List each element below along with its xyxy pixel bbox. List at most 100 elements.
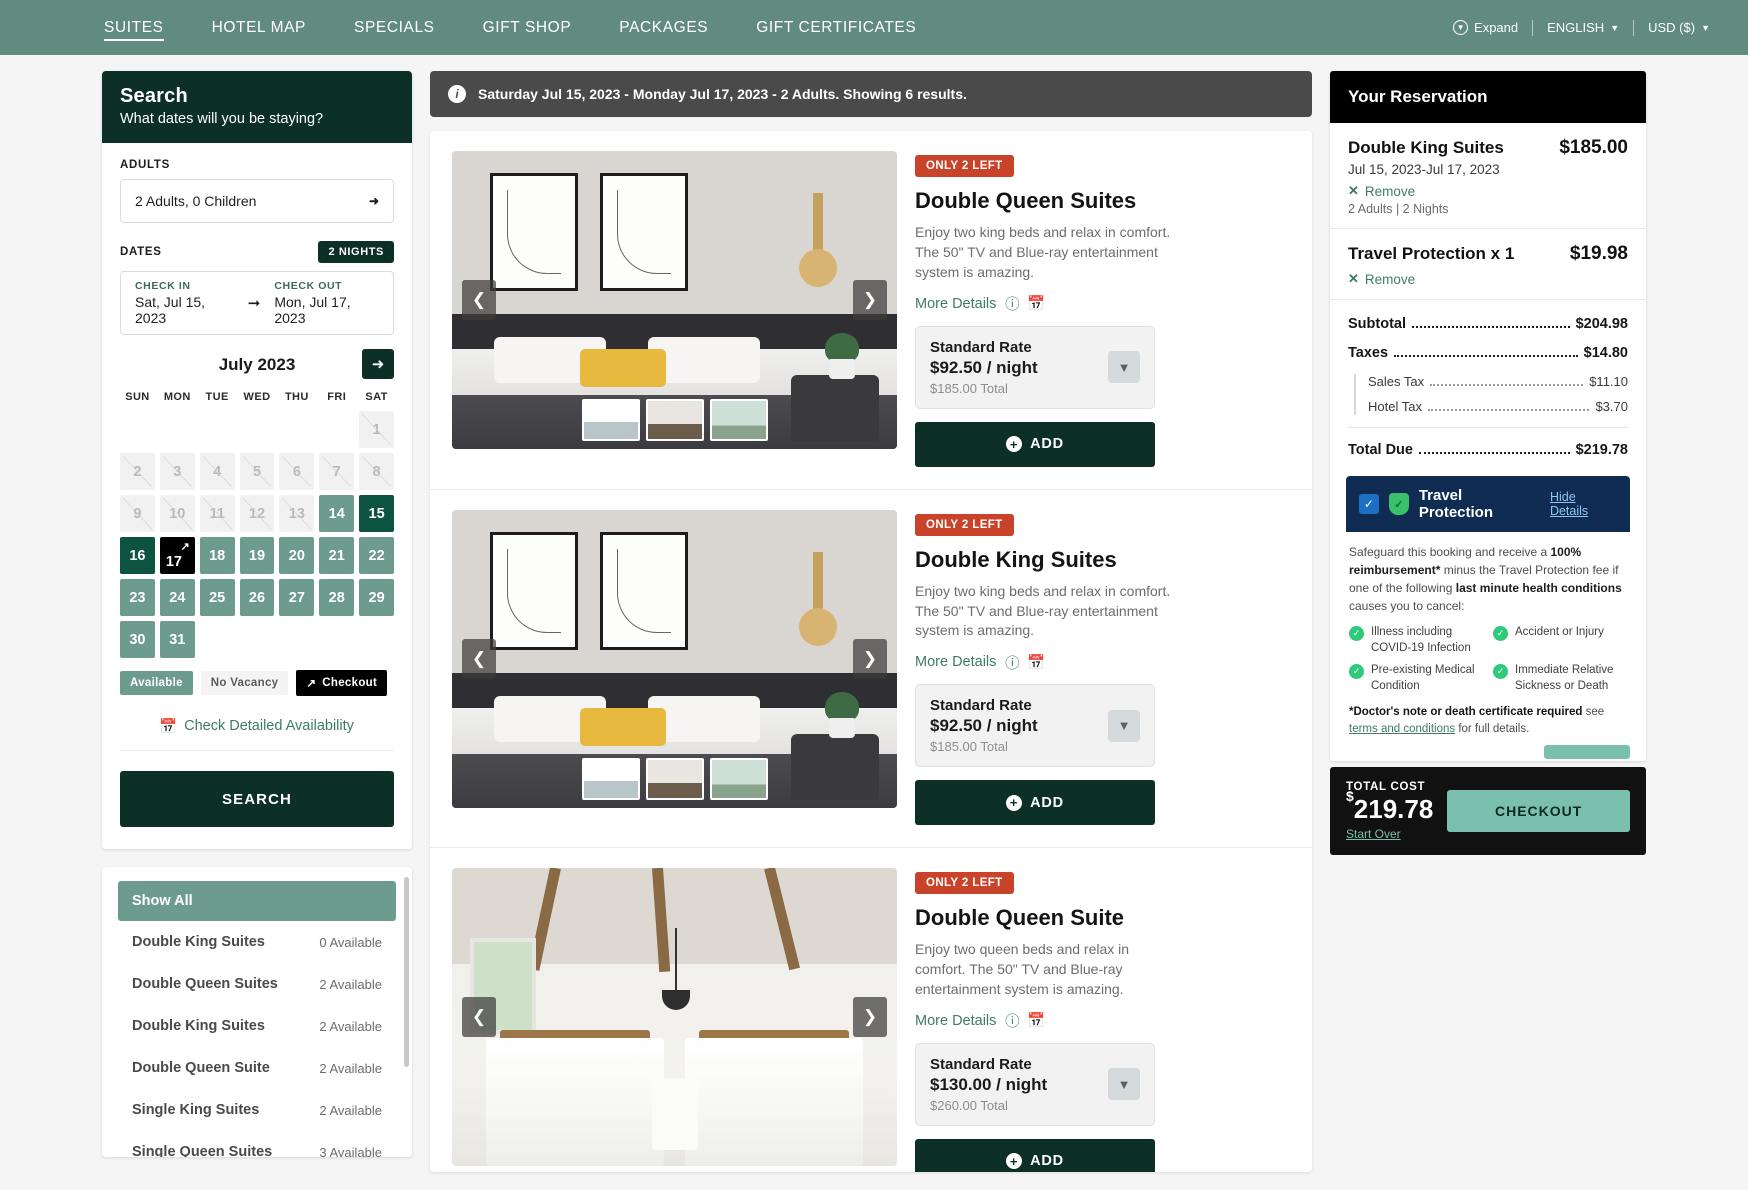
add-room-button[interactable]: + ADD [915, 421, 1155, 467]
carousel-thumbnail[interactable] [709, 399, 768, 441]
calendar-weekday: FRI [327, 391, 347, 403]
more-details-link[interactable]: More Details ⓘ 📅 [915, 654, 1290, 672]
chevron-down-icon[interactable]: ▼ [1108, 709, 1140, 742]
covered-condition-label: Illness including COVID-19 Infection [1371, 626, 1471, 654]
chevron-down-icon[interactable]: ▼ [1108, 351, 1140, 384]
remove-protection-button[interactable]: ✕ Remove [1348, 271, 1628, 287]
add-room-button[interactable]: + ADD [915, 780, 1155, 826]
room-type-row[interactable]: Single Queen Suites 3 Available [118, 1131, 396, 1157]
calendar-day-14[interactable]: 14 [319, 495, 355, 532]
calendar-day-15[interactable]: 15 [359, 495, 394, 532]
calendar-day-21[interactable]: 21 [319, 537, 355, 574]
carousel-prev-button[interactable]: ❮ [462, 280, 496, 320]
more-details-link[interactable]: More Details ⓘ 📅 [915, 296, 1290, 314]
nav-link-gift-shop[interactable]: GIFT SHOP [459, 0, 596, 55]
check-circle-icon: ✓ [1349, 626, 1364, 641]
calendar-day-28[interactable]: 28 [319, 579, 355, 616]
start-over-link[interactable]: Start Over [1346, 827, 1433, 841]
room-type-row[interactable]: Double Queen Suite 2 Available [118, 1047, 396, 1089]
occupancy-select[interactable]: 2 Adults, 0 Children ➜ [120, 179, 394, 223]
calendar-icon[interactable]: 📅 [1027, 1013, 1045, 1029]
calendar-day-24[interactable]: 24 [159, 579, 195, 616]
room-type-row[interactable]: Double Queen Suites 2 Available [118, 963, 396, 1005]
carousel-thumbnail[interactable] [645, 399, 704, 441]
show-all-filter[interactable]: Show All [118, 881, 396, 921]
rate-option[interactable]: Standard Rate $130.00 / night $260.00 Tota… [915, 1042, 1155, 1126]
calendar-day-29[interactable]: 29 [359, 579, 394, 616]
availability-calendar: July 2023 ➜ SUN MON TUE WED THU FRI SAT 123456… [120, 349, 394, 696]
search-button[interactable]: SEARCH [120, 771, 394, 827]
add-room-button[interactable]: + ADD [915, 1138, 1155, 1172]
currency-selector[interactable]: USD ($) ▼ [1634, 20, 1724, 35]
shield-icon: ✓ [1388, 493, 1409, 515]
room-type-availability: 2 Available [319, 1060, 382, 1076]
carousel-next-button[interactable]: ❯ [853, 638, 887, 679]
more-details-link[interactable]: More Details ⓘ 📅 [915, 1012, 1290, 1031]
calendar-day-19[interactable]: 19 [239, 537, 275, 574]
carousel-prev-button[interactable]: ❮ [462, 638, 496, 679]
calendar-legend: Available No Vacancy ↗ Checkout [120, 670, 394, 696]
room-type-scrollbar[interactable] [404, 877, 409, 1067]
calendar-day-8: 8 [359, 453, 394, 490]
checkin-value: Sat, Jul 15, 2023 [135, 294, 206, 326]
checkout-cell[interactable]: CHECK OUT Mon, Jul 17, 2023 [274, 280, 379, 326]
room-type-row[interactable]: Single King Suites 2 Available [118, 1089, 396, 1131]
check-detailed-availability-link[interactable]: 📅 Check Detailed Availability [120, 718, 394, 751]
carousel-prev-button[interactable]: ❮ [462, 997, 496, 1038]
nav-right-controls: ▼ Expand ENGLISH ▼ USD ($) ▼ [1439, 19, 1724, 36]
rate-option[interactable]: Standard Rate $92.50 / night $185.00 Total… [915, 684, 1155, 768]
expand-button[interactable]: ▼ Expand [1439, 20, 1532, 35]
calendar-day-23[interactable]: 23 [120, 579, 155, 616]
language-selector[interactable]: ENGLISH ▼ [1533, 20, 1633, 35]
calendar-day-4: 4 [199, 453, 235, 490]
remove-room-button[interactable]: ✕ Remove [1348, 183, 1628, 199]
travel-protection-cta-partial[interactable] [1544, 745, 1630, 760]
checkout-button[interactable]: CHECKOUT [1447, 790, 1630, 833]
room-description: Enjoy two queen beds and relax in comfor… [915, 941, 1130, 997]
chevron-down-icon[interactable]: ▼ [1108, 1068, 1140, 1101]
calendar-day-30[interactable]: 30 [120, 621, 155, 658]
info-icon[interactable]: ⓘ [1004, 296, 1020, 313]
calendar-day-18[interactable]: 18 [199, 537, 235, 574]
calendar-day-22[interactable]: 22 [359, 537, 394, 574]
travel-protection-header: ✓ ✓ Travel Protection Hide Details [1346, 476, 1630, 532]
room-type-list: Double King Suites 0 Available Double Quee… [118, 921, 396, 1157]
nav-link-packages[interactable]: PACKAGES [595, 0, 732, 55]
calendar-day-26[interactable]: 26 [239, 579, 275, 616]
calendar-day-31[interactable]: 31 [159, 621, 195, 658]
total-cost-value: 219.78 [1353, 794, 1434, 825]
date-range-picker[interactable]: CHECK IN Sat, Jul 15, 2023 ➞ CHECK OUT M… [120, 271, 394, 335]
nav-link-specials[interactable]: SPECIALS [330, 0, 459, 55]
more-details-label: More Details [915, 1012, 997, 1029]
terms-and-conditions-link[interactable]: terms and conditions [1349, 723, 1455, 735]
rate-option[interactable]: Standard Rate $92.50 / night $185.00 Total… [915, 325, 1155, 409]
calendar-day-27[interactable]: 27 [279, 579, 315, 616]
chevron-down-icon: ▼ [1610, 22, 1620, 33]
carousel-thumbnail[interactable] [709, 757, 768, 800]
calendar-day-16[interactable]: 16 [120, 537, 155, 574]
calendar-next-month-button[interactable]: ➜ [362, 349, 394, 379]
nav-link-hotel-map[interactable]: HOTEL MAP [188, 0, 330, 55]
room-type-row[interactable]: Double King Suites 0 Available [118, 921, 396, 963]
carousel-thumbnail[interactable] [581, 399, 640, 441]
calendar-day-17[interactable]: ↗ 17 [159, 537, 195, 574]
carousel-next-button[interactable]: ❯ [853, 997, 887, 1038]
covered-condition: ✓ Accident or Injury [1493, 625, 1627, 656]
room-type-row[interactable]: Double King Suites 2 Available [118, 1005, 396, 1047]
nav-link-gift-certificates[interactable]: GIFT CERTIFICATES [732, 0, 940, 55]
totals-divider [1348, 427, 1628, 428]
carousel-thumbnail[interactable] [581, 757, 640, 800]
calendar-icon[interactable]: 📅 [1027, 296, 1045, 312]
info-icon[interactable]: ⓘ [1004, 654, 1020, 672]
calendar-day-20[interactable]: 20 [279, 537, 315, 574]
carousel-next-button[interactable]: ❯ [853, 280, 887, 320]
info-icon[interactable]: ⓘ [1004, 1013, 1020, 1030]
carousel-thumbnail[interactable] [645, 757, 704, 800]
calendar-day-25[interactable]: 25 [199, 579, 235, 616]
nav-links: SUITES HOTEL MAP SPECIALS GIFT SHOP PACKAGES… [80, 0, 940, 55]
hide-details-link[interactable]: Hide Details [1550, 490, 1617, 518]
nav-link-suites[interactable]: SUITES [80, 0, 188, 55]
travel-protection-checkbox[interactable]: ✓ [1359, 494, 1379, 514]
calendar-icon[interactable]: 📅 [1027, 654, 1045, 671]
checkin-cell[interactable]: CHECK IN Sat, Jul 15, 2023 [135, 280, 234, 326]
